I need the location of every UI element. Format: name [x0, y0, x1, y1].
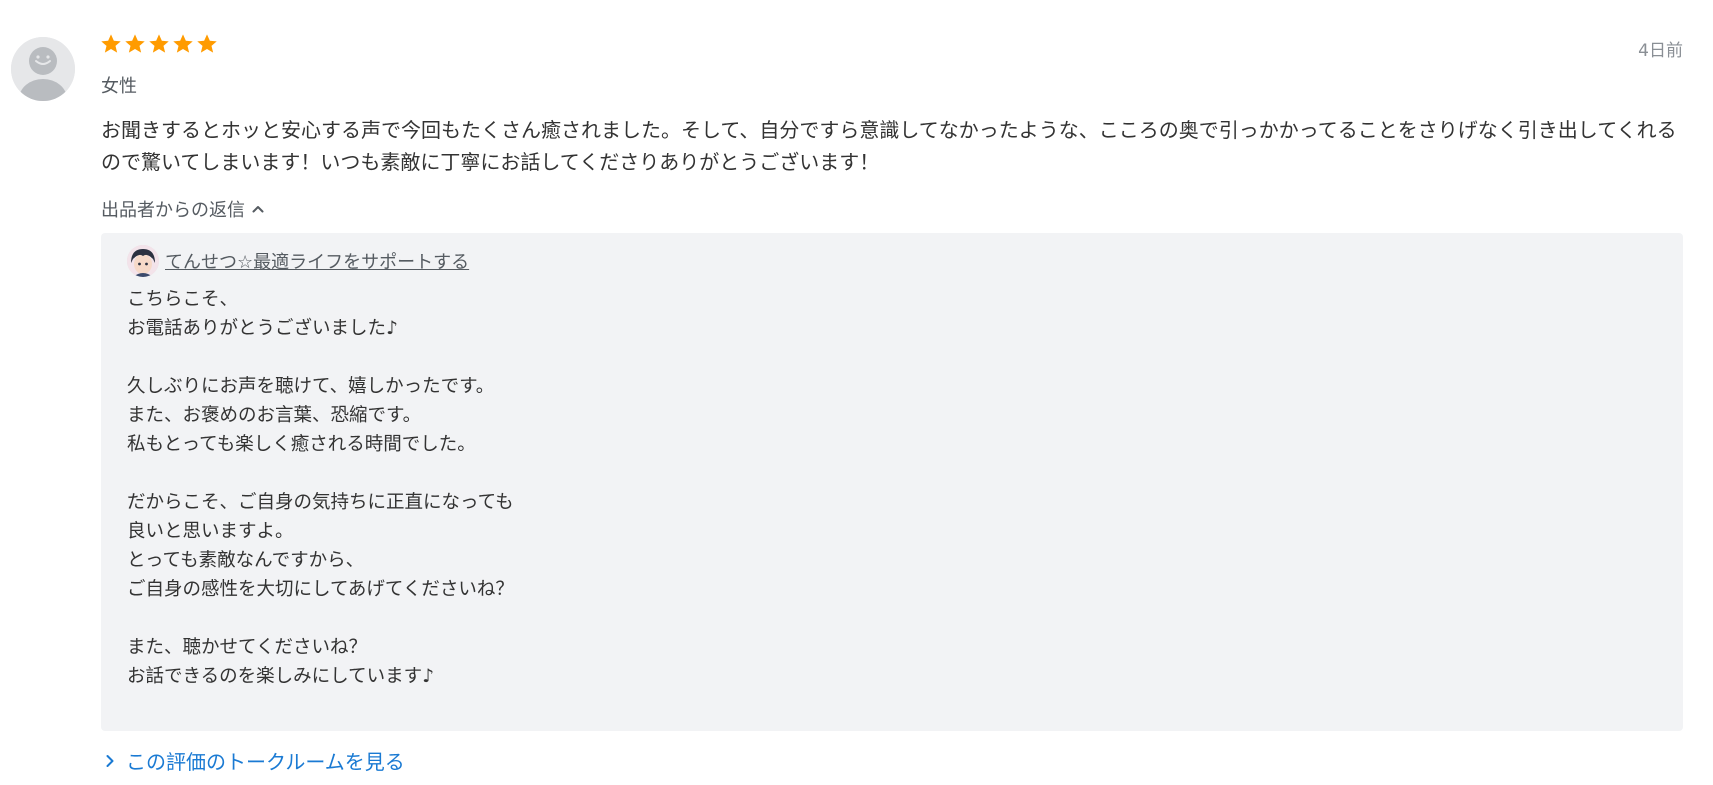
star-icon	[124, 33, 146, 55]
review-date: 4日前	[1638, 41, 1683, 61]
talkroom-link[interactable]: この評価のトークルームを見る	[104, 746, 405, 775]
star-icon	[196, 33, 218, 55]
review-item: 4日前 女性 お聞きするとホッと安心する声で今回もたくさん癒されました。そして、…	[0, 0, 1713, 785]
talkroom-link-label: この評価のトークルームを見る	[126, 750, 405, 774]
chevron-right-icon	[104, 754, 116, 768]
seller-info: てんせつ☆最適ライフをサポートする	[127, 245, 469, 277]
review-body: お聞きするとホッと安心する声で今回もたくさん癒されました。そして、自分ですら意識…	[101, 118, 1677, 174]
seller-reply-toggle-label: 出品者からの返信	[101, 200, 245, 221]
reviewer-gender: 女性	[101, 76, 137, 97]
seller-reply-box: てんせつ☆最適ライフをサポートする こちらこそ、 お電話ありがとうございました♪…	[101, 233, 1683, 731]
star-icon	[172, 33, 194, 55]
seller-reply-text: こちらこそ、 お電話ありがとうございました♪ 久しぶりにお声を聴けて、嬉しかった…	[127, 289, 514, 687]
seller-avatar[interactable]	[127, 245, 159, 277]
star-icon	[148, 33, 170, 55]
seller-reply-toggle[interactable]: 出品者からの返信	[101, 196, 265, 222]
star-rating	[100, 33, 218, 55]
seller-name-link[interactable]: てんせつ☆最適ライフをサポートする	[165, 248, 469, 274]
chevron-up-icon	[251, 202, 265, 216]
star-icon	[100, 33, 122, 55]
default-user-avatar-icon	[11, 37, 75, 101]
